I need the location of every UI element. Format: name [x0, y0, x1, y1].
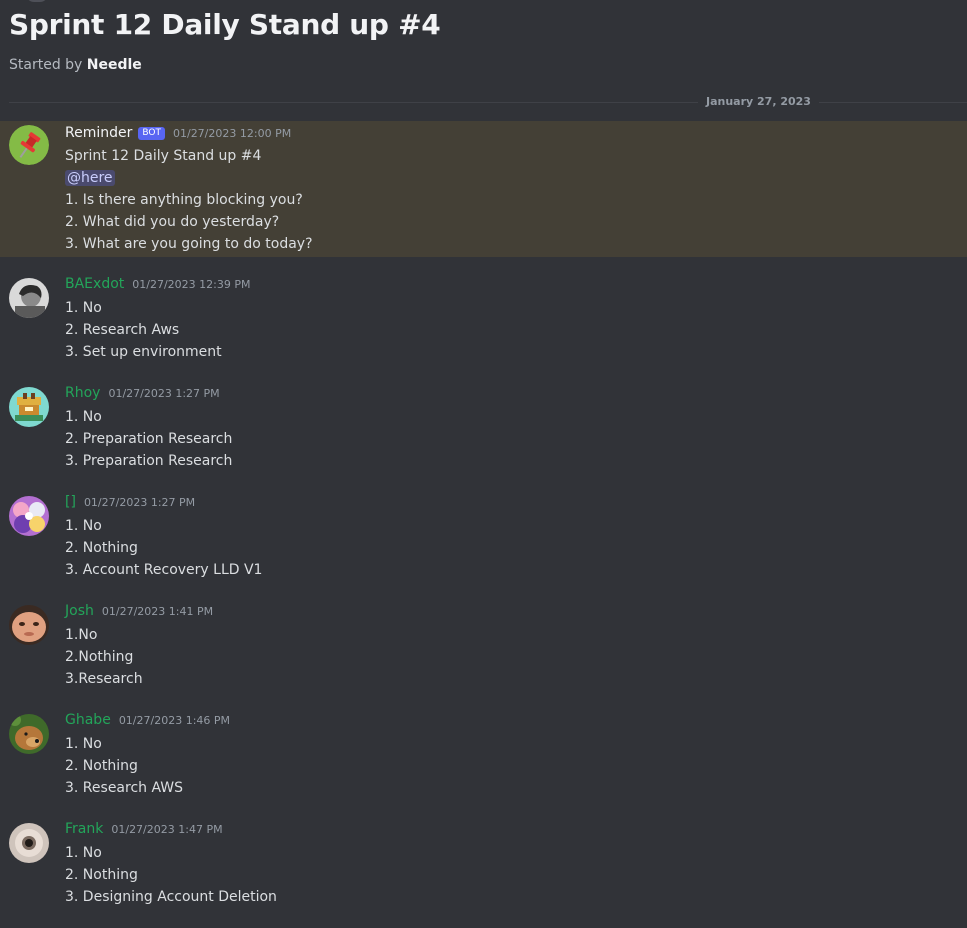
message-header: Josh 01/27/2023 1:41 PM — [65, 603, 213, 623]
message-line: 2. Research Aws — [65, 322, 180, 338]
avatar[interactable] — [9, 125, 49, 165]
message-line: 2.Nothing — [65, 649, 134, 665]
chat-message: Josh 01/27/2023 1:41 PM 1.No 2.Nothing 3… — [0, 601, 967, 691]
thread-title: Sprint 12 Daily Stand up #4 — [9, 8, 441, 41]
author-name[interactable]: Rhoy — [65, 385, 100, 401]
avatar[interactable] — [9, 605, 49, 645]
author-name[interactable]: Josh — [65, 603, 94, 619]
author-name[interactable]: BAExdot — [65, 276, 124, 292]
chat-message: Frank 01/27/2023 1:47 PM 1. No 2. Nothin… — [0, 819, 967, 909]
message-line: 3. Preparation Research — [65, 453, 233, 469]
dog-photo-icon — [9, 714, 49, 754]
avatar[interactable] — [9, 823, 49, 863]
pixel-art-icon — [9, 387, 49, 427]
message-timestamp[interactable]: 01/27/2023 1:27 PM — [108, 387, 219, 400]
author-name[interactable]: [] — [65, 494, 76, 510]
message-line: Sprint 12 Daily Stand up #4 — [65, 148, 262, 164]
person-photo-icon — [9, 278, 49, 318]
author-name[interactable]: Ghabe — [65, 712, 111, 728]
author-name[interactable]: Frank — [65, 821, 103, 837]
message-line: 3. Set up environment — [65, 344, 222, 360]
message-timestamp[interactable]: 01/27/2023 1:47 PM — [111, 823, 222, 836]
message-line: 3. What are you going to do today? — [65, 236, 313, 252]
message-line: 2. Nothing — [65, 758, 138, 774]
thread-view: Sprint 12 Daily Stand up #4 Started by N… — [0, 0, 967, 928]
message-timestamp[interactable]: 01/27/2023 12:00 PM — [173, 127, 291, 140]
bot-badge: BOT — [138, 127, 165, 140]
message-line: 3. Designing Account Deletion — [65, 889, 277, 905]
message-timestamp[interactable]: 01/27/2023 1:27 PM — [84, 496, 195, 509]
message-line: 3.Research — [65, 671, 143, 687]
here-mention[interactable]: @here — [65, 170, 115, 186]
avatar[interactable] — [9, 714, 49, 754]
anime-art-icon — [9, 496, 49, 536]
face-photo-icon — [9, 605, 49, 645]
avatar[interactable] — [9, 387, 49, 427]
chat-message: Ghabe 01/27/2023 1:46 PM 1. No 2. Nothin… — [0, 710, 967, 800]
message-line: 1.No — [65, 627, 98, 643]
scroll-edge — [26, 0, 48, 2]
chat-message: [] 01/27/2023 1:27 PM 1. No 2. Nothing 3… — [0, 492, 967, 582]
started-by-label: Started by — [9, 57, 83, 73]
author-name[interactable]: Reminder — [65, 125, 132, 141]
date-divider — [9, 102, 967, 103]
message-line: 2. Nothing — [65, 867, 138, 883]
message-line: 1. No — [65, 518, 102, 534]
message-line: 1. No — [65, 409, 102, 425]
chat-message: Rhoy 01/27/2023 1:27 PM 1. No 2. Prepara… — [0, 383, 967, 473]
message-line: 3. Account Recovery LLD V1 — [65, 562, 263, 578]
pushpin-icon — [9, 125, 49, 165]
message-timestamp[interactable]: 01/27/2023 12:39 PM — [132, 278, 250, 291]
message-header: Ghabe 01/27/2023 1:46 PM — [65, 712, 230, 732]
message-line: 3. Research AWS — [65, 780, 184, 796]
message-timestamp[interactable]: 01/27/2023 1:46 PM — [119, 714, 230, 727]
eye-photo-icon — [9, 823, 49, 863]
message-line: 2. Preparation Research — [65, 431, 233, 447]
message-timestamp[interactable]: 01/27/2023 1:41 PM — [102, 605, 213, 618]
message-line: 2. Nothing — [65, 540, 138, 556]
message-line: 1. Is there anything blocking you? — [65, 192, 303, 208]
message-header: Rhoy 01/27/2023 1:27 PM — [65, 385, 220, 405]
chat-message: BAExdot 01/27/2023 12:39 PM 1. No 2. Res… — [0, 274, 967, 364]
bot-message: Reminder BOT 01/27/2023 12:00 PM Sprint … — [0, 121, 967, 257]
message-header: Reminder BOT 01/27/2023 12:00 PM — [65, 125, 291, 145]
message-line: 1. No — [65, 300, 102, 316]
message-header: Frank 01/27/2023 1:47 PM — [65, 821, 223, 841]
avatar[interactable] — [9, 496, 49, 536]
message-line: 2. What did you do yesterday? — [65, 214, 280, 230]
message-header: [] 01/27/2023 1:27 PM — [65, 494, 195, 514]
message-line: @here — [65, 167, 115, 189]
message-header: BAExdot 01/27/2023 12:39 PM — [65, 276, 250, 296]
message-line: 1. No — [65, 845, 102, 861]
avatar[interactable] — [9, 278, 49, 318]
thread-starter: Started by Needle — [9, 57, 142, 73]
starter-username[interactable]: Needle — [87, 57, 142, 73]
message-line: 1. No — [65, 736, 102, 752]
date-divider-label: January 27, 2023 — [698, 95, 819, 108]
